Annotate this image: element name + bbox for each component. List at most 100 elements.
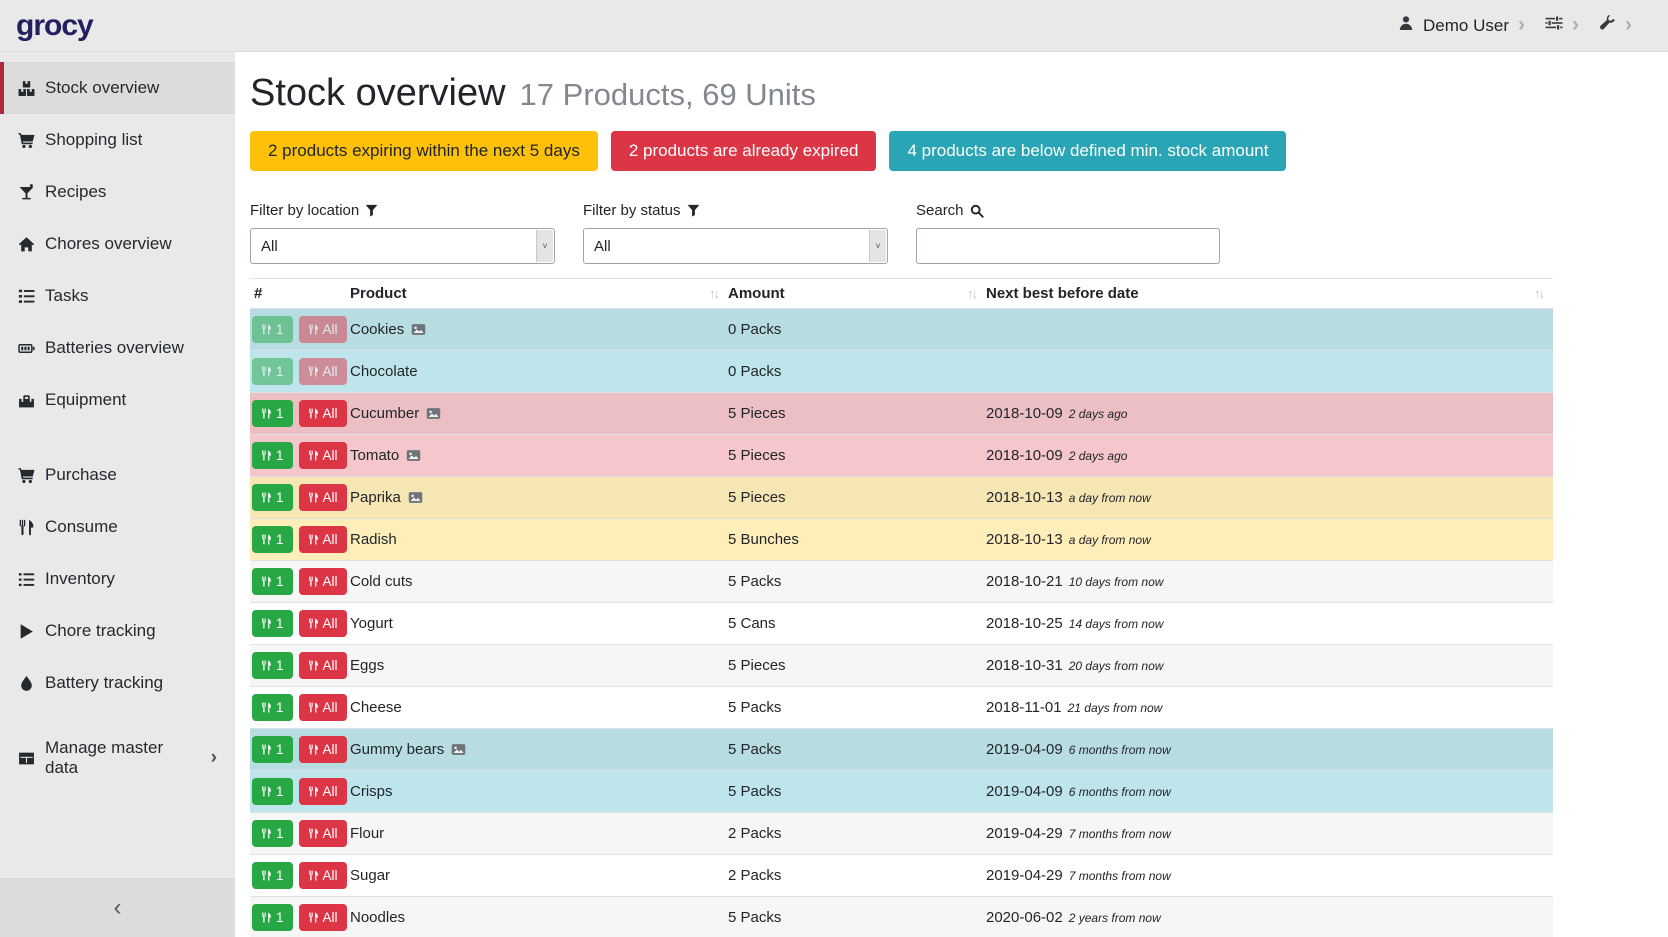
consume-one-button[interactable]: 1	[252, 694, 293, 722]
amount-value: 5 Packs	[728, 783, 986, 800]
sidebar-collapse-button[interactable]: ‹	[0, 878, 235, 937]
product-name[interactable]: Eggs	[350, 657, 384, 674]
product-name[interactable]: Flour	[350, 825, 384, 842]
product-name[interactable]: Cold cuts	[350, 573, 413, 590]
utensils-icon	[308, 576, 319, 587]
product-name[interactable]: Radish	[350, 531, 397, 548]
chevron-down-icon: ˅	[536, 230, 553, 262]
sidebar-item-chores-overview[interactable]: Chores overview	[0, 218, 235, 270]
amount-value: 5 Pieces	[728, 447, 986, 464]
consume-one-button[interactable]: 1	[252, 736, 293, 764]
consume-all-button[interactable]: All	[299, 442, 347, 470]
table-row: 1 All Chocolate 0 Packs	[250, 350, 1553, 392]
product-name[interactable]: Paprika	[350, 489, 401, 506]
consume-one-button[interactable]: 1	[252, 610, 293, 638]
consume-one-button[interactable]: 1	[252, 568, 293, 596]
sidebar-item-purchase[interactable]: Purchase	[0, 449, 235, 501]
amount-value: 2 Packs	[728, 867, 986, 884]
consume-one-button[interactable]: 1	[252, 904, 293, 932]
sidebar-item-batteries-overview[interactable]: Batteries overview	[0, 322, 235, 374]
sidebar-item-recipes[interactable]: Recipes	[0, 166, 235, 218]
product-image-icon[interactable]	[411, 322, 426, 337]
consume-all-button[interactable]: All	[299, 652, 347, 680]
product-name[interactable]: Gummy bears	[350, 741, 444, 758]
column-header-product[interactable]: Product ↑↓	[350, 285, 728, 302]
table-row: 1 All Cold cuts 5 Packs 2018-10-2110 day…	[250, 560, 1553, 602]
consume-one-button[interactable]: 1	[252, 358, 293, 386]
sort-icon[interactable]: ↑↓	[1534, 286, 1543, 301]
settings-menu[interactable]: ›	[1545, 15, 1579, 36]
consume-one-button[interactable]: 1	[252, 652, 293, 680]
product-image-icon[interactable]	[408, 490, 423, 505]
sidebar-item-inventory[interactable]: Inventory	[0, 553, 235, 605]
product-name[interactable]: Cheese	[350, 699, 402, 716]
consume-all-button[interactable]: All	[299, 316, 347, 344]
product-name[interactable]: Noodles	[350, 909, 405, 926]
product-name[interactable]: Tomato	[350, 447, 399, 464]
location-filter-select[interactable]: All ˅	[250, 228, 555, 264]
expiring-products-alert-button[interactable]: 2 products expiring within the next 5 da…	[250, 131, 598, 171]
consume-all-button[interactable]: All	[299, 778, 347, 806]
admin-menu[interactable]: ›	[1599, 15, 1632, 37]
amount-value: 0 Packs	[728, 363, 986, 380]
status-filter-select[interactable]: All ˅	[583, 228, 888, 264]
sort-icon[interactable]: ↑↓	[709, 286, 718, 301]
status-filter-value: All	[594, 238, 611, 255]
consume-all-button[interactable]: All	[299, 862, 347, 890]
sidebar-item-equipment[interactable]: Equipment	[0, 374, 235, 426]
product-name[interactable]: Yogurt	[350, 615, 393, 632]
product-image-icon[interactable]	[406, 448, 421, 463]
product-image-icon[interactable]	[426, 406, 441, 421]
sidebar-item-manage-master-data[interactable]: Manage master data ›	[0, 732, 235, 784]
column-header-best-before-date[interactable]: Next best before date ↑↓	[986, 285, 1553, 302]
column-header-amount[interactable]: Amount ↑↓	[728, 285, 986, 302]
consume-all-button[interactable]: All	[299, 400, 347, 428]
sidebar-item-tasks[interactable]: Tasks	[0, 270, 235, 322]
sidebar-item-consume[interactable]: Consume	[0, 501, 235, 553]
sidebar-item-battery-tracking[interactable]: Battery tracking	[0, 657, 235, 709]
app-logo[interactable]: grocy	[16, 9, 93, 43]
table-row: 1 All Radish 5 Bunches 2018-10-13a day f…	[250, 518, 1553, 560]
consume-all-button[interactable]: All	[299, 484, 347, 512]
consume-all-button[interactable]: All	[299, 820, 347, 848]
sidebar-item-stock-overview[interactable]: Stock overview	[0, 62, 235, 114]
product-name[interactable]: Crisps	[350, 783, 393, 800]
product-name[interactable]: Sugar	[350, 867, 390, 884]
product-name[interactable]: Chocolate	[350, 363, 418, 380]
utensils-icon	[261, 660, 272, 671]
search-input[interactable]	[916, 228, 1220, 264]
best-before-date: 2019-04-096 months from now	[986, 783, 1553, 800]
sidebar-item-chore-tracking[interactable]: Chore tracking	[0, 605, 235, 657]
consume-one-button[interactable]: 1	[252, 316, 293, 344]
sidebar-item-shopping-list[interactable]: Shopping list	[0, 114, 235, 166]
consume-all-button[interactable]: All	[299, 358, 347, 386]
amount-value: 5 Packs	[728, 573, 986, 590]
product-name[interactable]: Cucumber	[350, 405, 419, 422]
consume-all-button[interactable]: All	[299, 736, 347, 764]
product-name[interactable]: Cookies	[350, 321, 404, 338]
consume-all-button[interactable]: All	[299, 526, 347, 554]
consume-all-button[interactable]: All	[299, 610, 347, 638]
consume-one-button[interactable]: 1	[252, 862, 293, 890]
consume-all-button[interactable]: All	[299, 694, 347, 722]
consume-one-button[interactable]: 1	[252, 442, 293, 470]
table-row: 1 All Cookies 0 Packs	[250, 308, 1553, 350]
consume-one-button[interactable]: 1	[252, 778, 293, 806]
sort-icon[interactable]: ↑↓	[967, 286, 976, 301]
consume-all-button[interactable]: All	[299, 904, 347, 932]
row-actions: 1 All	[250, 484, 350, 512]
consume-one-button[interactable]: 1	[252, 526, 293, 554]
consume-one-button[interactable]: 1	[252, 484, 293, 512]
consume-one-button[interactable]: 1	[252, 820, 293, 848]
sidebar-item-label: Purchase	[45, 465, 117, 485]
user-menu[interactable]: Demo User ›	[1398, 15, 1525, 36]
row-actions: 1 All	[250, 820, 350, 848]
best-before-date: 2018-10-13a day from now	[986, 489, 1553, 506]
product-image-icon[interactable]	[451, 742, 466, 757]
consume-all-button[interactable]: All	[299, 568, 347, 596]
best-before-date: 2018-10-092 days ago	[986, 447, 1553, 464]
expired-products-alert-button[interactable]: 2 products are already expired	[611, 131, 877, 171]
below-min-stock-alert-button[interactable]: 4 products are below defined min. stock …	[889, 131, 1286, 171]
page-title: Stock overview	[250, 72, 506, 115]
consume-one-button[interactable]: 1	[252, 400, 293, 428]
